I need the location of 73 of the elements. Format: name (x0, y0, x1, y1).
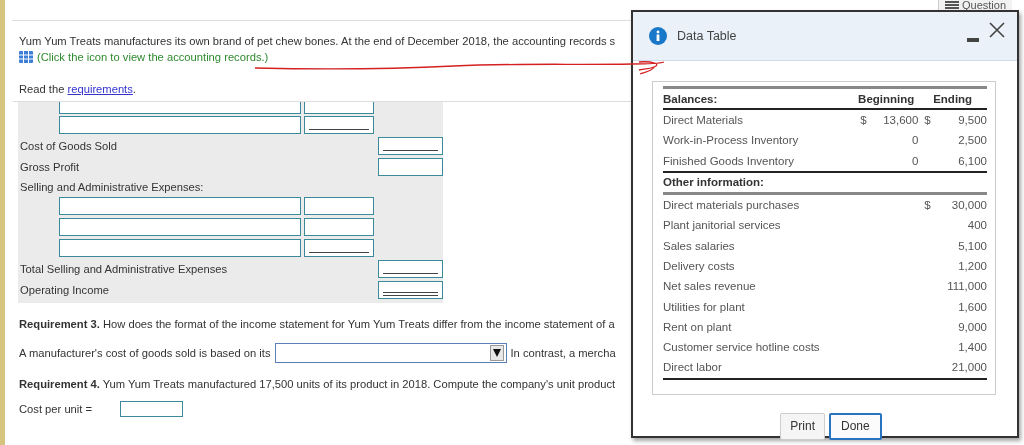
table-cell: Delivery costs (663, 259, 735, 272)
row-label: Operating Income (20, 284, 109, 296)
input-field[interactable] (378, 260, 443, 278)
input-field[interactable] (304, 197, 374, 215)
column-header: Ending (933, 92, 973, 105)
table-cell: 5,100 (958, 239, 987, 252)
input-field[interactable] (59, 218, 301, 236)
table-cell: Plant janitorial services (663, 219, 781, 232)
section-label: Selling and Administrative Expenses: (19, 180, 205, 195)
table-cell: 1,400 (958, 341, 987, 354)
table-cell: $ (924, 114, 931, 127)
requirement-text: Requirement 4. Yum Yum Treats manufactured 17,500 units of its product in 2018. Compute the company's unit product (19, 377, 616, 391)
table-cell: Finished Goods Inventory (663, 154, 795, 167)
table-cell: 6,100 (958, 154, 987, 167)
input-field[interactable] (59, 197, 301, 215)
input-field[interactable] (304, 116, 374, 134)
table-cell: $ (924, 199, 931, 212)
table-cell: Work-in-Process Inventory (663, 134, 799, 147)
table-cell: 0 (911, 134, 919, 147)
records-link[interactable]: (Click the icon to view the accounting records.) (19, 50, 1024, 64)
table-cell: 1,600 (958, 300, 987, 313)
table-cell: 2,500 (958, 134, 987, 147)
table-cell: Direct labor (663, 361, 722, 374)
done-button[interactable]: Done (829, 412, 882, 440)
column-header: Beginning (858, 92, 915, 105)
row-label: Total Selling and Administrative Expenses (20, 263, 228, 275)
dialog-title: Data Table (677, 29, 738, 43)
answer-text: A manufacturer's cost of goods sold is based on its (19, 347, 271, 359)
info-icon (649, 27, 667, 45)
list-icon (944, 1, 959, 9)
input-field[interactable] (378, 158, 443, 176)
table-cell: Net sales revenue (663, 280, 756, 293)
table-cell: Direct Materials (663, 114, 743, 127)
input-field[interactable] (59, 116, 301, 134)
table-cell: 111,000 (947, 280, 987, 293)
table-cell: 1,200 (958, 259, 987, 272)
row-label: Gross Profit (20, 161, 80, 173)
instruction-text: Read the (19, 83, 66, 95)
close-icon[interactable] (989, 22, 1005, 38)
print-button[interactable]: Print (780, 412, 825, 440)
table-cell: 0 (911, 154, 919, 167)
table-cell: 30,000 (951, 199, 987, 212)
input-field[interactable] (378, 281, 443, 299)
caret-icon (489, 345, 504, 361)
column-header: Balances: (663, 92, 718, 105)
input-field[interactable] (120, 401, 183, 417)
period-text: . (132, 83, 136, 95)
table-cell: Direct materials purchases (663, 199, 800, 212)
requirements-link[interactable]: requirements (67, 83, 133, 95)
table-cell: $ (860, 114, 867, 127)
answer-text: In contrast, a mercha (510, 347, 616, 359)
table-cell: Utilities for plant (663, 300, 745, 313)
answer-label: Cost per unit = (19, 403, 94, 415)
section-header: Other information: (663, 176, 764, 189)
table-cell: Customer service hotline costs (663, 341, 820, 354)
table-icon[interactable] (19, 51, 33, 63)
table-cell: 21,000 (951, 361, 987, 374)
dropdown-field[interactable] (274, 343, 507, 363)
table-cell: 13,600 (883, 114, 919, 127)
row-label: Cost of Goods Sold (20, 140, 117, 152)
table-cell: Sales salaries (663, 239, 735, 252)
input-field[interactable] (304, 239, 374, 257)
table-cell: Rent on plant (663, 320, 732, 333)
input-field[interactable] (378, 137, 443, 155)
input-field[interactable] (59, 102, 301, 114)
intro-text: Yum Yum Treats manufactures its own brand of pet chew bones. At the end of December 2018, the accounting records s (19, 34, 616, 48)
input-field[interactable] (59, 239, 301, 257)
table-cell: 400 (967, 219, 987, 232)
input-field[interactable] (304, 102, 374, 114)
table-cell: 9,000 (958, 320, 987, 333)
requirement-text: Requirement 3. How does the format of the income statement for Yum Yum Treats differ from the income statement of a (19, 317, 615, 331)
table-cell: 9,500 (958, 114, 987, 127)
input-field[interactable] (304, 218, 374, 236)
